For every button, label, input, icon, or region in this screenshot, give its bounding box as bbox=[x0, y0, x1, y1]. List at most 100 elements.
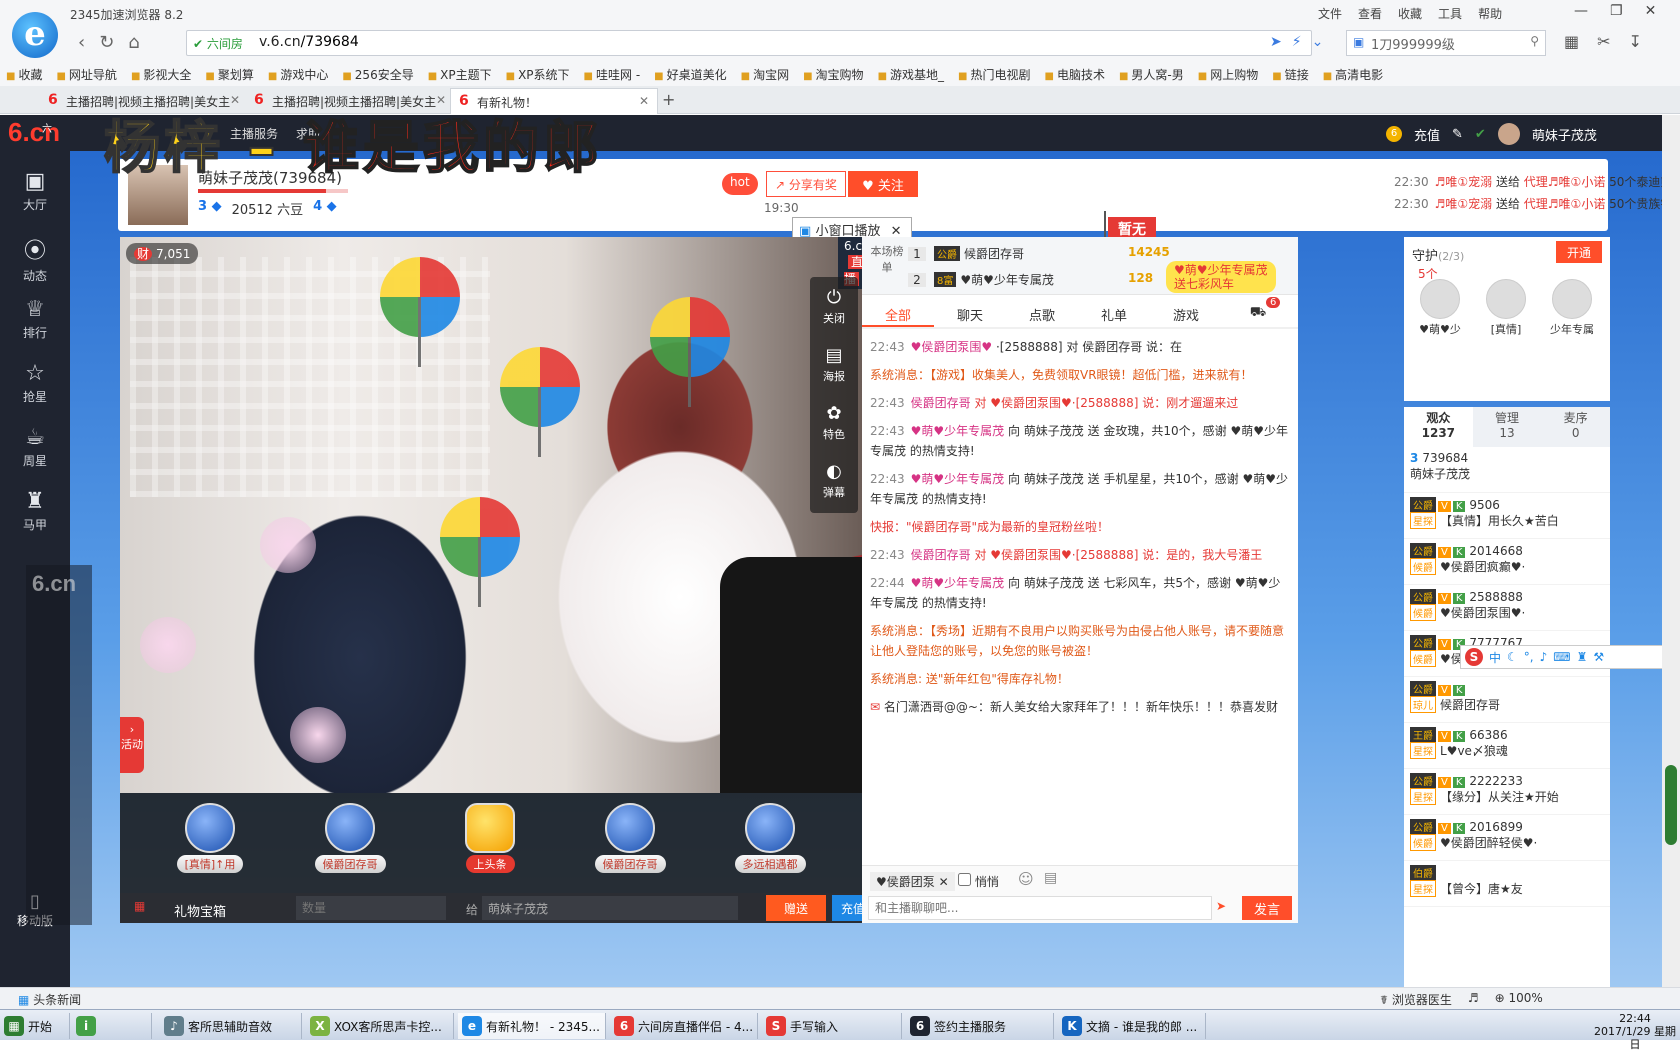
recipient-input[interactable] bbox=[482, 896, 738, 920]
rank-row[interactable]: 1 公爵 候爵团存哥 14245 bbox=[908, 245, 1170, 262]
rocket-icon[interactable]: ➤ bbox=[1270, 34, 1282, 50]
msg-user[interactable]: ♥萌♥少年专属茂 bbox=[911, 424, 1005, 438]
bookmark-item[interactable]: 网址导航 bbox=[56, 66, 117, 83]
close-icon[interactable]: ✕ bbox=[1645, 3, 1657, 19]
close-tab-icon[interactable]: ✕ bbox=[230, 93, 240, 107]
username[interactable]: 萌妹子茂茂 bbox=[1532, 125, 1597, 144]
tab-gifts[interactable]: 礼单 bbox=[1078, 299, 1150, 327]
ime-chinese-mode[interactable]: 中 bbox=[1489, 649, 1501, 666]
sidebar-item-vest[interactable]: ♜ 马甲 bbox=[0, 489, 70, 533]
follow-button[interactable]: ♥ 关注 bbox=[848, 171, 918, 197]
taskbar-item[interactable]: 6 六间房直播伴侣 - 4... bbox=[610, 1013, 758, 1039]
bookmark-item[interactable]: 高清电影 bbox=[1323, 66, 1383, 83]
msg-user[interactable]: ♥侯爵团泵围♥ bbox=[911, 340, 993, 354]
headline-slot[interactable]: 上头条 bbox=[440, 803, 540, 889]
taskbar-item[interactable]: ♪ 客所思辅助音效 bbox=[160, 1013, 302, 1039]
scroll-thumb[interactable] bbox=[1665, 765, 1677, 845]
tab-all[interactable]: 全部 bbox=[862, 299, 934, 327]
list-item[interactable]: 3 739684 萌妹子茂茂 bbox=[1404, 447, 1610, 493]
site-logo[interactable]: 6.cn六间房 bbox=[8, 117, 60, 195]
activity-tab[interactable]: › 活动 bbox=[120, 717, 144, 773]
scissors-icon[interactable]: ✂ bbox=[1597, 32, 1610, 51]
give-button[interactable]: 赠送 bbox=[766, 895, 826, 921]
search-engine-icon[interactable]: ▣ bbox=[1353, 35, 1364, 49]
home-icon[interactable]: ⌂ bbox=[128, 32, 139, 53]
back-icon[interactable]: ‹ bbox=[78, 32, 85, 53]
chat-input[interactable] bbox=[868, 896, 1212, 920]
close-tab-icon[interactable]: ✕ bbox=[436, 93, 446, 107]
news-link[interactable]: ▦ 头条新闻 bbox=[18, 991, 81, 1008]
taskbar-item[interactable]: X XOX客所思声卡控... bbox=[306, 1013, 454, 1039]
taskbar-item[interactable]: 6 签约主播服务 bbox=[906, 1013, 1054, 1039]
msg-user[interactable]: 侯爵团存哥 bbox=[911, 548, 971, 562]
image-icon[interactable]: ▤ bbox=[1044, 870, 1057, 886]
bookmark-item[interactable]: 游戏中心 bbox=[268, 66, 328, 83]
vertical-scrollbar[interactable] bbox=[1662, 115, 1680, 987]
tab-chat[interactable]: 聊天 bbox=[934, 299, 1006, 327]
gift-slot[interactable]: 候爵团存哥 bbox=[580, 803, 680, 889]
emoji-icon[interactable]: ☺ bbox=[1018, 870, 1034, 888]
sidebar-item-weekly[interactable]: ☕ 周星 bbox=[0, 425, 70, 469]
whisper-checkbox[interactable]: 悄悄 bbox=[958, 873, 999, 890]
sidebar-item-star[interactable]: ☆ 抢星 bbox=[0, 361, 70, 405]
list-item[interactable]: 公爵 V K 2588888 候爵 ♥侯爵团泵围♥· bbox=[1404, 585, 1610, 631]
poster-button[interactable]: ▤ 海报 bbox=[810, 335, 858, 393]
taskbar-item-active[interactable]: e 有新礼物！ - 2345... bbox=[458, 1013, 606, 1039]
menu-tools[interactable]: 工具 bbox=[1438, 5, 1462, 22]
menu-help[interactable]: 帮助 bbox=[1478, 5, 1502, 22]
msg-user[interactable]: 侯爵团存哥 bbox=[911, 396, 971, 410]
gift-slot[interactable]: 多远相遇都 bbox=[720, 803, 820, 889]
msg-user[interactable]: ♥萌♥少年专属茂 bbox=[911, 472, 1005, 486]
minimize-icon[interactable]: — bbox=[1574, 3, 1588, 19]
edit-icon[interactable]: ✎ bbox=[1452, 127, 1463, 142]
bookmark-item[interactable]: 收藏 bbox=[6, 66, 42, 83]
url-text[interactable]: v.6.cn/739684 bbox=[259, 34, 359, 50]
bookmark-item[interactable]: 聚划算 bbox=[205, 66, 254, 83]
menu-view[interactable]: 查看 bbox=[1358, 5, 1382, 22]
list-item[interactable]: 伯爵 星探 【曾今】唐★友 bbox=[1404, 861, 1610, 907]
bookmark-item[interactable]: 链接 bbox=[1272, 66, 1309, 83]
wrench-icon[interactable]: ⚒ bbox=[1593, 650, 1604, 664]
guard-member[interactable]: 少年专属 bbox=[1544, 279, 1600, 337]
share-button[interactable]: ↗ 分享有奖 bbox=[766, 171, 846, 197]
bookmark-item[interactable]: 淘宝购物 bbox=[803, 66, 864, 83]
download-icon[interactable]: ↧ bbox=[1629, 32, 1642, 51]
mic-icon[interactable]: ♪ bbox=[1540, 650, 1548, 664]
ticker-to[interactable]: 代理♬唯①小诺 bbox=[1524, 197, 1606, 211]
reload-icon[interactable]: ↻ bbox=[99, 32, 114, 53]
tab-audience[interactable]: 观众 1237 bbox=[1404, 407, 1473, 447]
bookmark-item[interactable]: 256安全导 bbox=[342, 66, 414, 83]
guard-member[interactable]: [真情] bbox=[1478, 279, 1534, 337]
ticker-to[interactable]: 代理♬唯①小诺 bbox=[1524, 175, 1606, 189]
list-item[interactable]: 公爵 V K 9506 星探 【真情】用长久★苦白 bbox=[1404, 493, 1610, 539]
chat-target-chip[interactable]: ♥侯爵团泵 ✕ bbox=[870, 872, 955, 891]
start-button[interactable]: ▦ 开始 bbox=[0, 1013, 70, 1039]
sogou-icon[interactable]: S bbox=[1465, 648, 1483, 666]
rank-row[interactable]: 2 8富 ♥萌♥少年专属茂 128 bbox=[908, 271, 1153, 288]
list-item[interactable]: 公爵 V K 2014668 候爵 ♥侯爵团疯癫♥· bbox=[1404, 539, 1610, 585]
recharge-link[interactable]: 充值 bbox=[1414, 125, 1440, 144]
list-item[interactable]: 公爵 V K 2222233 星探 【缘分】从关注★开始 bbox=[1404, 769, 1610, 815]
browser-doctor[interactable]: ☤ 浏览器医生 bbox=[1380, 991, 1452, 1008]
msg-user[interactable]: ♥萌♥少年专属茂 bbox=[911, 576, 1005, 590]
moon-icon[interactable]: ☾ bbox=[1507, 650, 1518, 664]
grid-icon[interactable]: ▦ bbox=[1564, 32, 1579, 51]
bookmark-item[interactable]: 哇哇网 - bbox=[584, 66, 640, 83]
list-item[interactable]: 王爵 V K 66386 星探 L♥ve〆狼魂 bbox=[1404, 723, 1610, 769]
speaker-icon[interactable]: ♬ bbox=[1468, 991, 1479, 1008]
address-bar[interactable]: ✔ 六间房 v.6.cn/739684 bbox=[186, 30, 1312, 56]
paper-plane-icon[interactable]: ➤ bbox=[1216, 899, 1226, 913]
open-guard-button[interactable]: 开通 bbox=[1556, 241, 1602, 263]
browser-tab-active[interactable]: 6 有新礼物！ ✕ bbox=[450, 88, 658, 114]
bookmark-item[interactable]: 影视大全 bbox=[131, 66, 191, 83]
gift-slot[interactable]: [真情]↑用 bbox=[160, 803, 260, 889]
quantity-input[interactable] bbox=[296, 896, 446, 920]
tab-admins[interactable]: 管理 13 bbox=[1473, 407, 1542, 447]
tab-mic-queue[interactable]: 麦序 0 bbox=[1541, 407, 1610, 447]
browser-tab[interactable]: 6 主播招聘|视频主播招聘|美女主 ✕ bbox=[40, 88, 248, 114]
menu-favorites[interactable]: 收藏 bbox=[1398, 5, 1422, 22]
skin-icon[interactable]: ♜ bbox=[1577, 650, 1588, 664]
avatar[interactable] bbox=[1497, 123, 1520, 145]
restore-icon[interactable]: ❐ bbox=[1610, 3, 1623, 19]
list-item[interactable]: 公爵 V K 琼儿 候爵团存哥 bbox=[1404, 677, 1610, 723]
